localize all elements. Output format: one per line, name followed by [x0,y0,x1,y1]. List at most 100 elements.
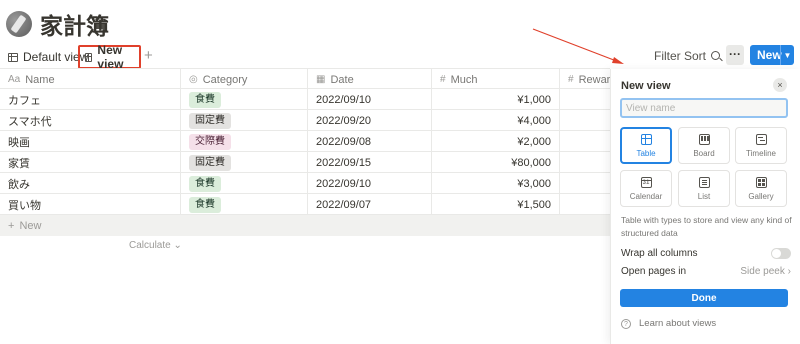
number-property-icon: # [440,74,446,85]
table-row[interactable]: カフェ 食費 2022/09/10 ¥1,000 [0,89,610,110]
column-label: Name [25,73,55,86]
layout-option-list[interactable]: List [678,170,730,207]
add-view-icon[interactable]: + [144,47,153,64]
list-icon [698,176,710,188]
category-tag: 食費 [189,175,221,192]
much-cell[interactable]: ¥4,000 [432,110,560,131]
layout-label: Gallery [748,191,774,201]
layout-option-calendar[interactable]: 31 Calendar [620,170,672,207]
column-header-category[interactable]: ◎ Category [181,69,308,90]
layout-label: List [697,191,711,201]
number-property-icon: # [568,74,574,85]
table-icon [8,52,18,62]
table-row[interactable]: 飲み 食費 2022/09/10 ¥3,000 [0,173,610,194]
category-cell[interactable]: 固定費 [181,152,308,173]
column-header-reward[interactable]: # Reward [560,69,610,90]
date-cell[interactable]: 2022/09/08 [308,131,432,152]
much-cell[interactable]: ¥1,500 [432,194,560,215]
open-pages-select[interactable]: Side peek › [740,266,791,277]
layout-label: Calendar [629,191,663,201]
date-cell[interactable]: 2022/09/15 [308,152,432,173]
table-header: Aa Name ◎ Category ▦ Date # Much # Rewar… [0,68,610,90]
column-header-much[interactable]: # Much [432,69,560,90]
filter-button[interactable]: Filter [654,49,681,63]
plus-icon: + [8,219,15,232]
tab-new-view[interactable]: New view [78,43,141,71]
page-icon[interactable] [6,11,32,37]
page-title[interactable]: 家計簿 [40,7,109,41]
table-icon [640,133,652,145]
category-tag: 食費 [189,196,221,213]
wrap-columns-toggle[interactable] [771,248,791,259]
category-cell[interactable]: 食費 [181,194,308,215]
page-header: 家計簿 [6,8,109,40]
calendar-icon: ▦ [316,74,326,85]
layout-option-board[interactable]: Board [678,127,730,164]
reward-cell[interactable] [560,173,610,194]
table-row[interactable]: 買い物 食費 2022/09/07 ¥1,500 [0,194,610,215]
new-button[interactable]: New ▼ [750,45,794,65]
open-pages-row[interactable]: Open pages in Side peek › [621,266,791,277]
category-cell[interactable]: 交際費 [181,131,308,152]
sort-button[interactable]: Sort [684,49,706,63]
help-icon: ? [621,318,631,329]
category-cell[interactable]: 食費 [181,89,308,110]
column-label: Category [202,73,248,86]
reward-cell[interactable] [560,110,610,131]
name-cell[interactable]: 映画 [0,131,181,152]
open-pages-value: Side peek [740,266,785,277]
much-cell[interactable]: ¥80,000 [432,152,560,173]
name-cell[interactable]: 飲み [0,173,181,194]
database-table: Aa Name ◎ Category ▦ Date # Much # Rewar… [0,68,610,236]
date-cell[interactable]: 2022/09/20 [308,110,432,131]
panel-title: New view [621,80,671,92]
category-cell[interactable]: 固定費 [181,110,308,131]
layout-option-gallery[interactable]: Gallery [735,170,787,207]
learn-label: Learn about views [639,318,717,329]
learn-about-views-link[interactable]: ? Learn about views [621,318,716,329]
done-button[interactable]: Done [620,289,788,307]
calculate-button[interactable]: Calculate ⌄ [129,240,182,251]
table-row[interactable]: 家賃 固定費 2022/09/15 ¥80,000 [0,152,610,173]
view-name-input[interactable] [620,98,788,118]
name-cell[interactable]: スマホ代 [0,110,181,131]
much-cell[interactable]: ¥1,000 [432,89,560,110]
layout-option-timeline[interactable]: Timeline [735,127,787,164]
close-icon[interactable]: × [773,78,787,92]
table-row[interactable]: 映画 交際費 2022/09/08 ¥2,000 [0,131,610,152]
search-icon[interactable] [711,51,720,60]
date-cell[interactable]: 2022/09/10 [308,173,432,194]
add-row-button[interactable]: + New [0,215,610,236]
column-label: Date [330,73,354,86]
layout-label: Timeline [746,148,776,158]
name-cell[interactable]: カフェ [0,89,181,110]
text-property-icon: Aa [8,74,21,85]
layout-label: Table [636,148,656,158]
tab-label: New view [97,43,124,71]
much-cell[interactable]: ¥3,000 [432,173,560,194]
timeline-icon [755,133,767,145]
chevron-down-icon[interactable]: ▼ [780,45,794,65]
column-label: Reward [578,73,610,86]
more-options-button[interactable]: ··· [726,45,744,65]
open-pages-label: Open pages in [621,266,687,277]
reward-cell[interactable] [560,131,610,152]
table-row[interactable]: スマホ代 固定費 2022/09/20 ¥4,000 [0,110,610,131]
column-header-date[interactable]: ▦ Date [308,69,432,90]
layout-option-table[interactable]: Table [620,127,672,164]
wrap-columns-row: Wrap all columns [621,248,791,259]
reward-cell[interactable] [560,89,610,110]
date-cell[interactable]: 2022/09/10 [308,89,432,110]
select-property-icon: ◎ [189,74,198,85]
name-cell[interactable]: 家賃 [0,152,181,173]
name-cell[interactable]: 買い物 [0,194,181,215]
reward-cell[interactable] [560,194,610,215]
column-header-name[interactable]: Aa Name [0,69,181,90]
date-cell[interactable]: 2022/09/07 [308,194,432,215]
category-cell[interactable]: 食費 [181,173,308,194]
much-cell[interactable]: ¥2,000 [432,131,560,152]
layout-label: Board [693,148,715,158]
wrap-columns-label: Wrap all columns [621,248,698,259]
layout-description: Table with types to store and view any k… [621,215,792,238]
reward-cell[interactable] [560,152,610,173]
